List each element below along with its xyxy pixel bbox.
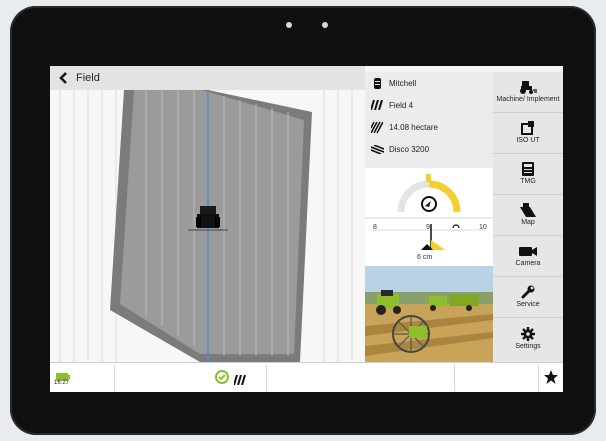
field-icon: [370, 100, 384, 110]
sidebar-item-machine-implement[interactable]: Machine/ Implement: [493, 72, 563, 113]
clock: 16:27: [54, 380, 70, 386]
operator-name: Mitchell: [389, 78, 417, 88]
area-row: 14.08 hectare: [365, 116, 493, 138]
divider: [454, 365, 455, 391]
sidebar-item-label: ISO UT: [516, 137, 540, 144]
wrench-icon: [521, 285, 535, 299]
divider: [266, 365, 267, 391]
sidebar-item-label: Camera: [515, 260, 541, 267]
sidebar-item-label: Settings: [515, 342, 541, 350]
screen: Field Mitchell Field 4 14.08 hectare Dis…: [50, 66, 563, 392]
back-button[interactable]: [54, 66, 72, 90]
offset-value: 6 cm: [417, 254, 433, 261]
scale-label-mid: 9: [426, 224, 430, 231]
chevron-left-icon: [59, 72, 67, 84]
divider: [538, 365, 539, 391]
divider: [114, 365, 115, 391]
sidebar-item-label: Machine/ Implement: [496, 96, 560, 103]
operator-row: Mitchell: [365, 72, 493, 94]
field-map-canvas: [59, 90, 353, 362]
tablet-device: Field Mitchell Field 4 14.08 hectare Dis…: [10, 6, 596, 435]
sidebar-item-label: Service: [516, 301, 540, 308]
favorite-star-icon[interactable]: [544, 370, 558, 389]
sidebar-item-label: Map: [521, 219, 535, 226]
sidebar-item-service[interactable]: Service: [493, 277, 563, 318]
sidebar-item-map[interactable]: Map: [493, 195, 563, 236]
field-row: Field 4: [365, 94, 493, 116]
tmg-icon: [522, 162, 534, 176]
implement-icon: [370, 144, 384, 154]
job-info-panel: Mitchell Field 4 14.08 hectare Disco 320…: [365, 72, 493, 168]
sensor-dot: [322, 22, 328, 28]
gps-signal-icon[interactable]: [214, 369, 230, 390]
tractor-icon: [519, 80, 537, 94]
machine-photo-image: [365, 266, 493, 362]
scale-label-left: 8: [373, 224, 377, 231]
sidebar-item-iso-ut[interactable]: ISO UT: [493, 113, 563, 154]
implement-name: Disco 3200: [389, 144, 430, 154]
area-icon: [370, 121, 384, 133]
iso-ut-icon: [521, 121, 535, 135]
machine-photo: [365, 266, 493, 362]
camera-dot: [286, 22, 292, 28]
sidebar-item-label: TMG: [520, 178, 536, 185]
page-title: Field: [76, 72, 100, 84]
sidebar-item-tmg[interactable]: TMG: [493, 154, 563, 195]
status-bar: 16:27: [50, 362, 563, 392]
field-name: Field 4: [389, 100, 414, 110]
camera-icon: [519, 244, 537, 258]
gauge-graphic: [365, 174, 493, 250]
operator-icon: [370, 77, 384, 89]
scale-label-right: 10: [479, 224, 487, 231]
sidebar-item-settings[interactable]: Settings: [493, 318, 563, 359]
header: Field: [50, 66, 365, 90]
field-map[interactable]: [50, 90, 365, 362]
sidebar: Machine/ Implement ISO UT TMG Map Camera…: [493, 72, 563, 362]
field-status-icon[interactable]: [233, 372, 246, 390]
gear-icon: [521, 326, 535, 341]
guidance-gauge: 8 9 10 6 cm: [365, 168, 493, 266]
map-icon: [520, 203, 536, 217]
field-area: 14.08 hectare: [389, 122, 438, 132]
implement-row: Disco 3200: [365, 138, 493, 160]
sidebar-item-camera[interactable]: Camera: [493, 236, 563, 277]
